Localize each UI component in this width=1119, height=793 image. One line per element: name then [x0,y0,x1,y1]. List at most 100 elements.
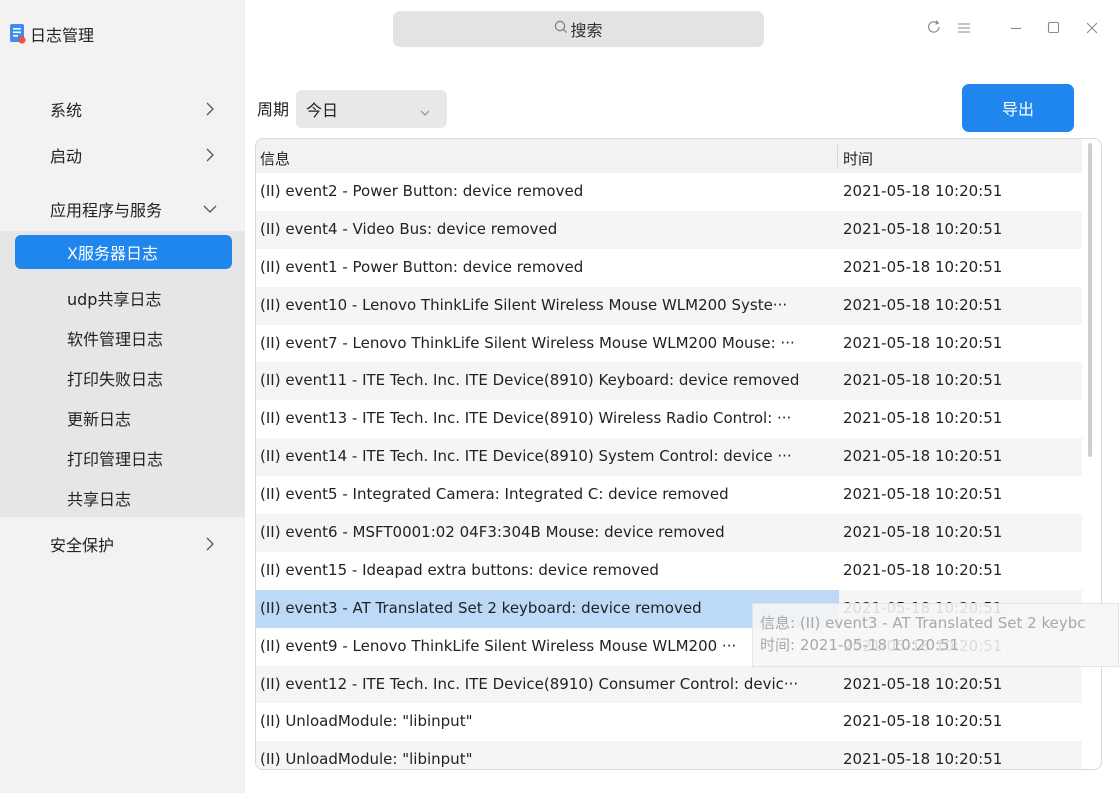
cell-time: 2021-05-18 10:20:51 [843,295,1003,314]
cell-info: (II) event2 - Power Button: device remov… [260,182,584,200]
cell-time: 2021-05-18 10:20:51 [843,219,1003,238]
cell-info: (II) event11 - ITE Tech. Inc. ITE Device… [260,371,800,390]
sidebar-sublist: X服务器日志 udp共享日志 软件管理日志 打印失败日志 更新日志 打印管理日志… [0,231,245,517]
scrollbar[interactable] [1088,143,1092,457]
table-row[interactable]: (II) event2 - Power Button: device remov… [256,173,1082,211]
table-row[interactable]: (II) event6 - MSFT0001:02 04F3:304B Mous… [256,514,1082,552]
table-row[interactable]: (II) event7 - Lenovo ThinkLife Silent Wi… [256,325,1082,363]
period-label: 周期 [257,100,290,119]
cell-time: 2021-05-18 10:20:51 [843,674,1003,693]
search-icon [554,20,568,38]
cell-info: (II) event14 - ITE Tech. Inc. ITE Device… [260,447,792,466]
cell-time: 2021-05-18 10:20:51 [843,523,1003,542]
table-row[interactable]: (II) event5 - Integrated Camera: Integra… [256,476,1082,514]
cell-info: (II) event4 - Video Bus: device removed [260,219,558,238]
table-row[interactable]: (II) event14 - ITE Tech. Inc. ITE Device… [256,438,1082,477]
refresh-button[interactable] [919,14,949,44]
sidebar-subitem-label: 软件管理日志 [67,330,164,349]
cell-info: (II) event3 - AT Translated Set 2 keyboa… [260,598,702,617]
close-button[interactable] [1077,14,1107,44]
table-row[interactable]: (II) event13 - ITE Tech. Inc. ITE Device… [256,400,1082,438]
cell-time: 2021-05-18 10:20:51 [843,409,1003,428]
chevron-right-icon [202,147,218,163]
cell-info: (II) UnloadModule: "libinput" [260,750,473,769]
table-row[interactable]: (II) event15 - Ideapad extra buttons: de… [256,552,1082,590]
table-row[interactable]: (II) event4 - Video Bus: device removed 2… [256,210,1082,249]
cell-time: 2021-05-18 10:20:51 [843,750,1003,769]
log-table: 信息 时间 (II) event2 - Power Button: device… [255,138,1102,770]
cell-time: 2021-05-18 10:20:51 [843,182,1003,200]
cell-time: 2021-05-18 10:20:51 [843,560,1003,579]
cell-info: (II) event6 - MSFT0001:02 04F3:304B Mous… [260,523,725,542]
cell-info: (II) event10 - Lenovo ThinkLife Silent W… [260,295,788,314]
sidebar-subitem-print-manage-log[interactable]: 打印管理日志 [0,441,245,475]
cell-time: 2021-05-18 10:20:51 [843,257,1003,276]
cell-time: 2021-05-18 10:20:51 [843,371,1003,390]
sidebar-subitem-software-log[interactable]: 软件管理日志 [0,321,245,355]
maximize-button[interactable] [1038,14,1068,44]
sidebar-item-label: 系统 [50,101,83,120]
column-header-info[interactable]: 信息 [260,148,290,169]
sidebar-item-security[interactable]: 安全保护 [0,525,245,563]
menu-button[interactable] [949,14,979,44]
chevron-down-icon [202,201,218,217]
table-header: 信息 时间 [256,139,1082,173]
chevron-down-icon [419,104,431,116]
cell-time: 2021-05-18 10:20:51 [843,598,1003,617]
table-body: (II) event2 - Power Button: device remov… [256,173,1082,769]
column-header-time[interactable]: 时间 [843,148,873,169]
sidebar-item-label: 应用程序与服务 [50,201,163,220]
sidebar: 日志管理 系统 启动 应用程序与服务 X服务器日志 udp共享日志 软件管理日志… [0,0,245,793]
table-row[interactable]: (II) event10 - Lenovo ThinkLife Silent W… [256,286,1082,325]
period-value: 今日 [306,101,339,120]
sidebar-item-label: 启动 [50,147,83,166]
sidebar-item-system[interactable]: 系统 [0,90,245,128]
chevron-right-icon [202,536,218,552]
column-divider[interactable] [837,145,838,167]
cell-info: (II) event9 - Lenovo ThinkLife Silent Wi… [260,636,737,655]
sidebar-item-label: 安全保护 [50,536,115,555]
sidebar-subitem-label: 打印管理日志 [67,450,164,469]
cell-info: (II) event13 - ITE Tech. Inc. ITE Device… [260,409,792,428]
sidebar-subitem-print-fail-log[interactable]: 打印失败日志 [0,361,245,395]
sidebar-subitem-label: udp共享日志 [67,290,162,309]
table-row[interactable]: (II) UnloadModule: "libinput" 2021-05-18 … [256,741,1082,769]
sidebar-subitem-update-log[interactable]: 更新日志 [0,401,245,435]
maximize-icon [1047,20,1060,38]
table-row[interactable]: (II) event3 - AT Translated Set 2 keyboa… [256,589,1082,628]
cell-info: (II) event1 - Power Button: device remov… [260,257,584,276]
sidebar-item-apps-services[interactable]: 应用程序与服务 [0,190,245,228]
sidebar-subitem-label: X服务器日志 [67,244,158,263]
cell-info: (II) event7 - Lenovo ThinkLife Silent Wi… [260,333,795,352]
close-icon [1086,20,1098,38]
cell-time: 2021-05-18 10:20:51 [843,485,1003,504]
export-button[interactable]: 导出 [962,84,1074,132]
cell-info: (II) event5 - Integrated Camera: Integra… [260,485,729,504]
sidebar-subitem-label: 打印失败日志 [67,370,164,389]
cell-time: 2021-05-18 10:20:51 [843,333,1003,352]
minimize-icon [1010,20,1022,38]
menu-icon [957,20,971,38]
table-row[interactable]: (II) UnloadModule: "libinput" 2021-05-18 … [256,703,1082,741]
minimize-button[interactable] [1001,14,1031,44]
table-row[interactable]: (II) event11 - ITE Tech. Inc. ITE Device… [256,362,1082,401]
search-input[interactable]: 搜索 [393,11,764,47]
table-row[interactable]: (II) event1 - Power Button: device remov… [256,249,1082,287]
refresh-icon [926,19,942,39]
app-title-text: 日志管理 [30,26,95,45]
period-select[interactable]: 今日 [296,90,447,128]
sidebar-subitem-udp-share-log[interactable]: udp共享日志 [0,281,245,315]
app-title: 日志管理 [10,22,94,46]
sidebar-subitem-share-log[interactable]: 共享日志 [0,481,245,515]
sidebar-subitem-label: 更新日志 [67,410,132,429]
sidebar-item-boot[interactable]: 启动 [0,136,245,174]
table-row[interactable]: (II) event9 - Lenovo ThinkLife Silent Wi… [256,628,1082,666]
log-app-icon [10,24,26,44]
search-label: 搜索 [570,21,603,40]
cell-time: 2021-05-18 10:20:51 [843,447,1003,466]
table-row[interactable]: (II) event12 - ITE Tech. Inc. ITE Device… [256,665,1082,704]
cell-info: (II) event12 - ITE Tech. Inc. ITE Device… [260,674,799,693]
cell-time: 2021-05-18 10:20:51 [843,636,1003,655]
sidebar-subitem-xserver-log[interactable]: X服务器日志 [15,235,232,269]
cell-time: 2021-05-18 10:20:51 [843,712,1003,731]
